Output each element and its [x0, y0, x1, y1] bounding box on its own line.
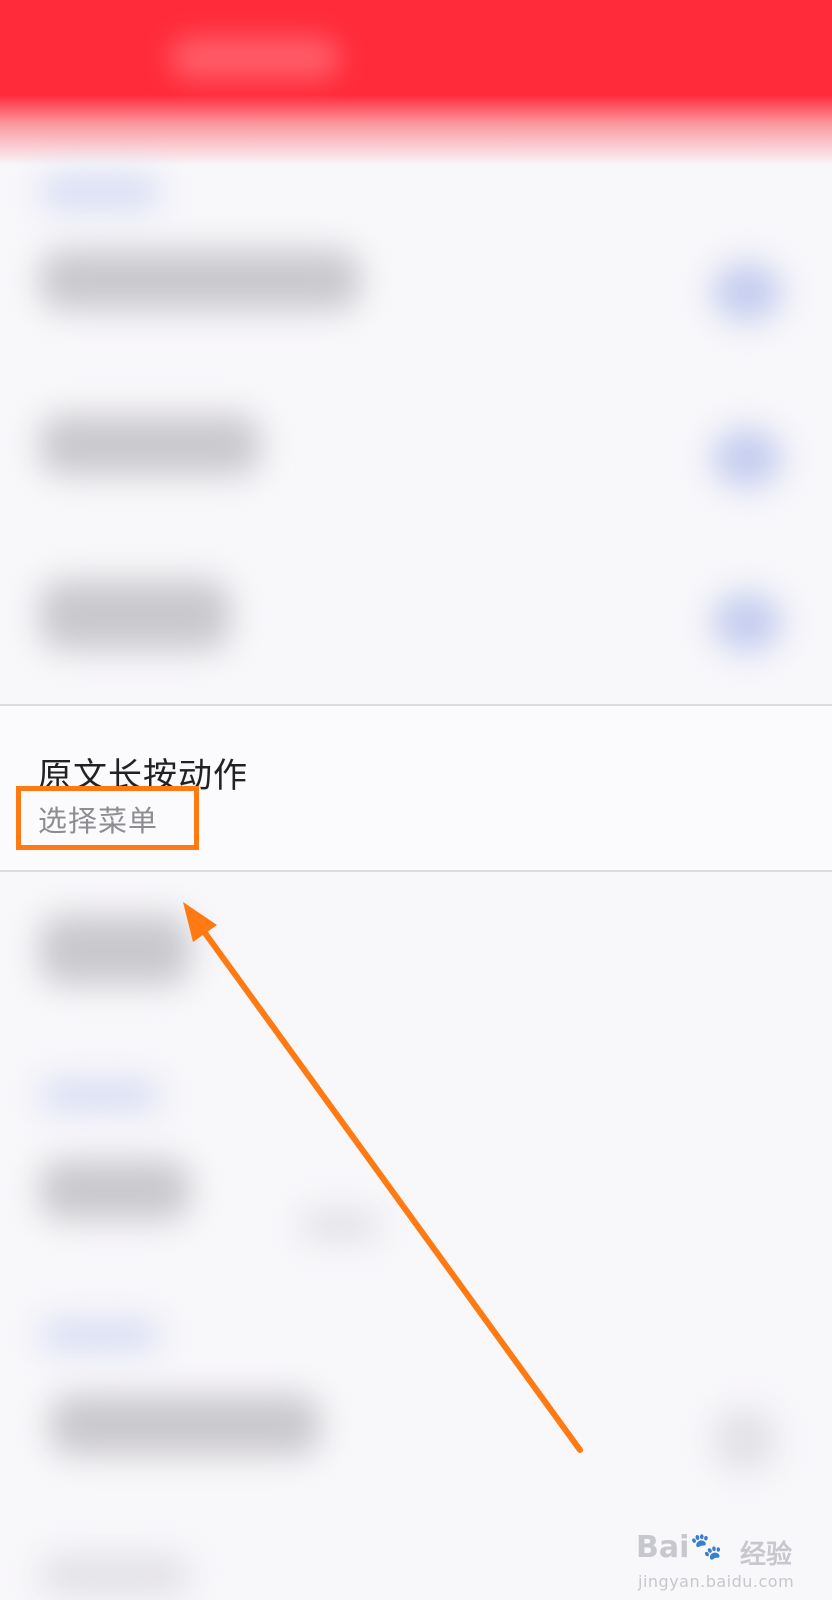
watermark-brand-cn: 经验 [740, 1540, 793, 1570]
baidu-jingyan-watermark: Bai 🐾 经验 jingyan.baidu.com [636, 1530, 812, 1592]
arrow-shaft [202, 930, 583, 1453]
paw-icon: 🐾 [690, 1532, 723, 1562]
annotation-arrow [183, 902, 583, 1453]
watermark-brand: Bai [636, 1530, 690, 1565]
watermark-url: jingyan.baidu.com [638, 1572, 795, 1591]
arrow-head [183, 902, 217, 942]
